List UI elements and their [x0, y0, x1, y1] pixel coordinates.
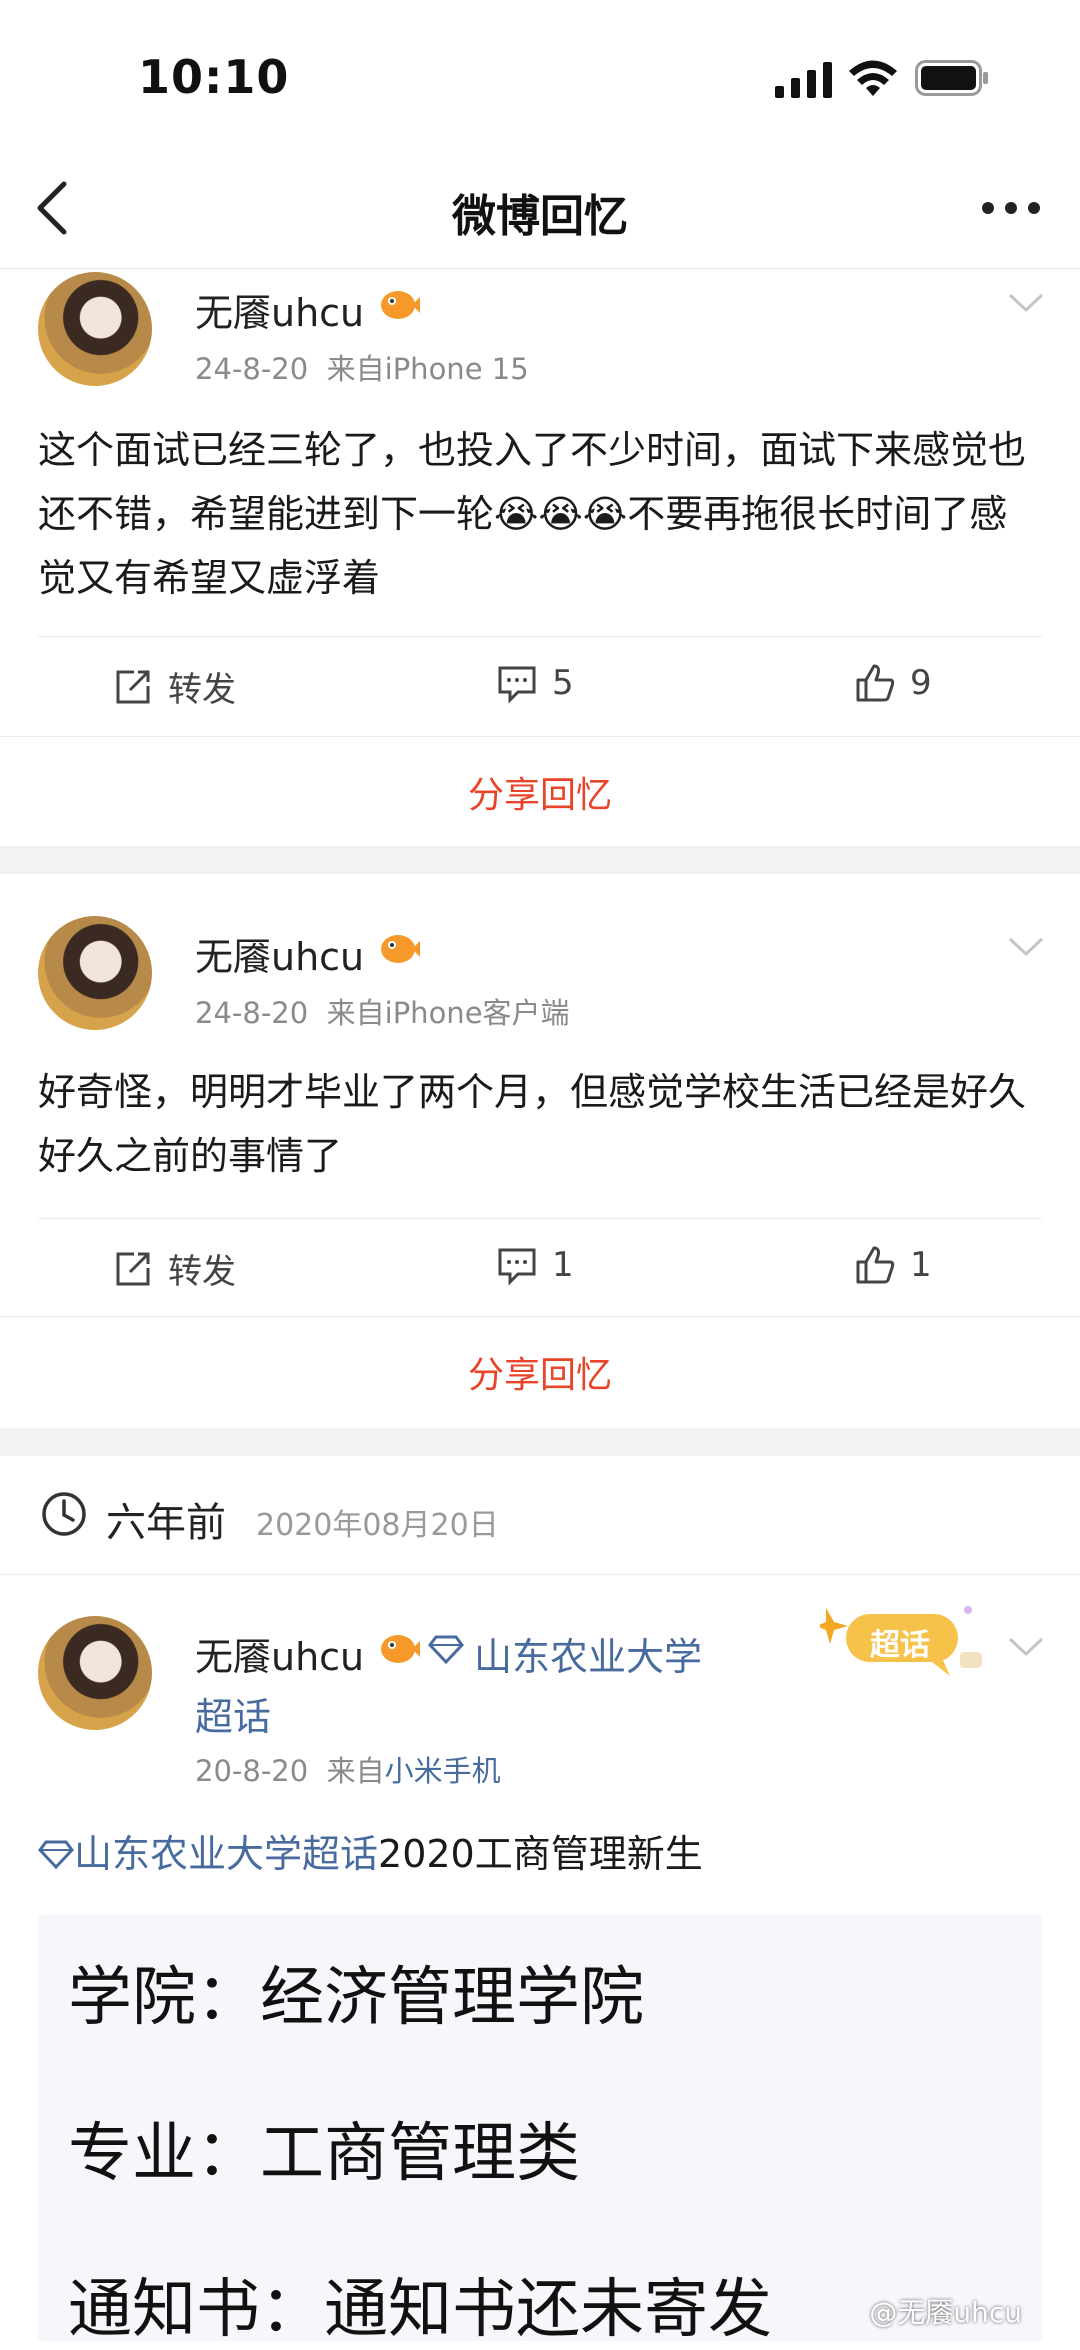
status-time: 10:10	[138, 50, 290, 104]
super-topic-tag[interactable]: 超话	[820, 1600, 990, 1680]
nav-divider	[0, 268, 1080, 269]
repost-label: 转发	[168, 670, 236, 710]
image-line-2: 专业：工商管理类	[68, 2117, 580, 2191]
comment-icon	[498, 1248, 536, 1286]
image-line-1: 学院：经济管理学院	[68, 1961, 644, 2035]
fish-badge-icon	[381, 935, 420, 963]
topic-link[interactable]: 山东农业大学	[474, 1626, 702, 1681]
repost-button[interactable]: 转发	[112, 662, 236, 711]
section-gap	[0, 846, 1080, 874]
comment-button[interactable]: 1	[496, 1244, 574, 1286]
like-count: 9	[910, 663, 932, 703]
username[interactable]: 无餍uhcu	[195, 1626, 364, 1681]
post-image[interactable]: 学院：经济管理学院 专业：工商管理类 通知书：通知书还未寄发 @无餍uhcu	[38, 1914, 1042, 2347]
thumbs-up-icon	[856, 664, 895, 702]
comment-button[interactable]: 5	[496, 662, 574, 704]
source-prefix: 来自	[326, 1754, 385, 1788]
repost-button[interactable]: 转发	[112, 1244, 236, 1293]
divider	[38, 1218, 1042, 1219]
username[interactable]: 无餍uhcu	[195, 282, 364, 337]
chevron-down-icon[interactable]	[1008, 936, 1044, 958]
username[interactable]: 无餍uhcu	[195, 926, 364, 981]
post-meta: 24-8-20 来自iPhone 15	[195, 346, 529, 388]
more-icon[interactable]	[980, 196, 1042, 220]
post-text: 好奇怪，明明才毕业了两个月，但感觉学校生活已经是好久好久之前的事情了	[38, 1070, 1027, 1178]
share-memory-button[interactable]: 分享回忆	[0, 1346, 1080, 1398]
post-source: iPhone 15	[384, 352, 529, 386]
avatar[interactable]	[38, 272, 152, 386]
thumbs-up-icon	[856, 1246, 895, 1284]
comment-icon	[498, 666, 536, 704]
post-meta: 24-8-20 来自iPhone客户端	[195, 990, 570, 1032]
super-topic-tag-label: 超话	[870, 1628, 930, 1663]
share-memory-button[interactable]: 分享回忆	[0, 766, 1080, 818]
image-watermark: @无餍uhcu	[869, 2296, 1022, 2329]
repost-icon	[116, 670, 150, 703]
chevron-down-icon[interactable]	[1008, 1636, 1044, 1658]
comment-count: 5	[552, 663, 574, 703]
post-date: 24-8-20	[195, 352, 309, 386]
like-button[interactable]: 1	[854, 1244, 932, 1286]
post-text: 这个面试已经三轮了，也投入了不少时间，面试下来感觉也还不错，希望能进到下一轮😭😭…	[38, 428, 1027, 600]
page-title: 微博回忆	[452, 191, 628, 242]
repost-icon	[116, 1252, 150, 1285]
repost-label: 转发	[168, 1252, 236, 1292]
fish-badge-icon	[381, 1635, 420, 1663]
like-button[interactable]: 9	[854, 662, 932, 704]
avatar[interactable]	[38, 916, 152, 1030]
post-date: 24-8-20	[195, 996, 309, 1030]
chevron-down-icon[interactable]	[1008, 292, 1044, 314]
battery-icon	[915, 60, 988, 96]
post-meta: 20-8-20 来自小米手机	[195, 1748, 501, 1790]
avatar[interactable]	[38, 1616, 152, 1730]
clock-icon	[42, 1492, 86, 1536]
diamond-icon	[38, 1840, 74, 1870]
source-prefix: 来自	[326, 352, 385, 386]
source-prefix: 来自	[326, 996, 385, 1030]
divider	[0, 1316, 1080, 1317]
post-source: iPhone客户端	[384, 996, 570, 1030]
diamond-icon	[428, 1635, 464, 1664]
wifi-icon	[849, 60, 897, 96]
post-date: 20-8-20	[195, 1754, 309, 1788]
post-source[interactable]: 小米手机	[385, 1754, 501, 1788]
fish-badge-icon	[381, 291, 420, 319]
like-count: 1	[910, 1245, 932, 1285]
section-gap	[0, 1428, 1080, 1456]
image-line-3: 通知书：通知书还未寄发	[68, 2273, 772, 2347]
section-date: 2020年08月20日	[256, 1508, 499, 1543]
section-label: 六年前	[106, 1500, 226, 1546]
post-body: 2020工商管理新生	[378, 1832, 703, 1876]
cellular-signal-icon	[775, 62, 832, 98]
topic-tag[interactable]: 山东农业大学超话	[74, 1832, 378, 1876]
post-text: 山东农业大学超话2020工商管理新生	[38, 1822, 1038, 1886]
divider	[0, 736, 1080, 737]
topic-link-suffix[interactable]: 超话	[195, 1686, 271, 1741]
comment-count: 1	[552, 1245, 574, 1285]
divider	[0, 1574, 1080, 1575]
divider	[38, 636, 1042, 637]
